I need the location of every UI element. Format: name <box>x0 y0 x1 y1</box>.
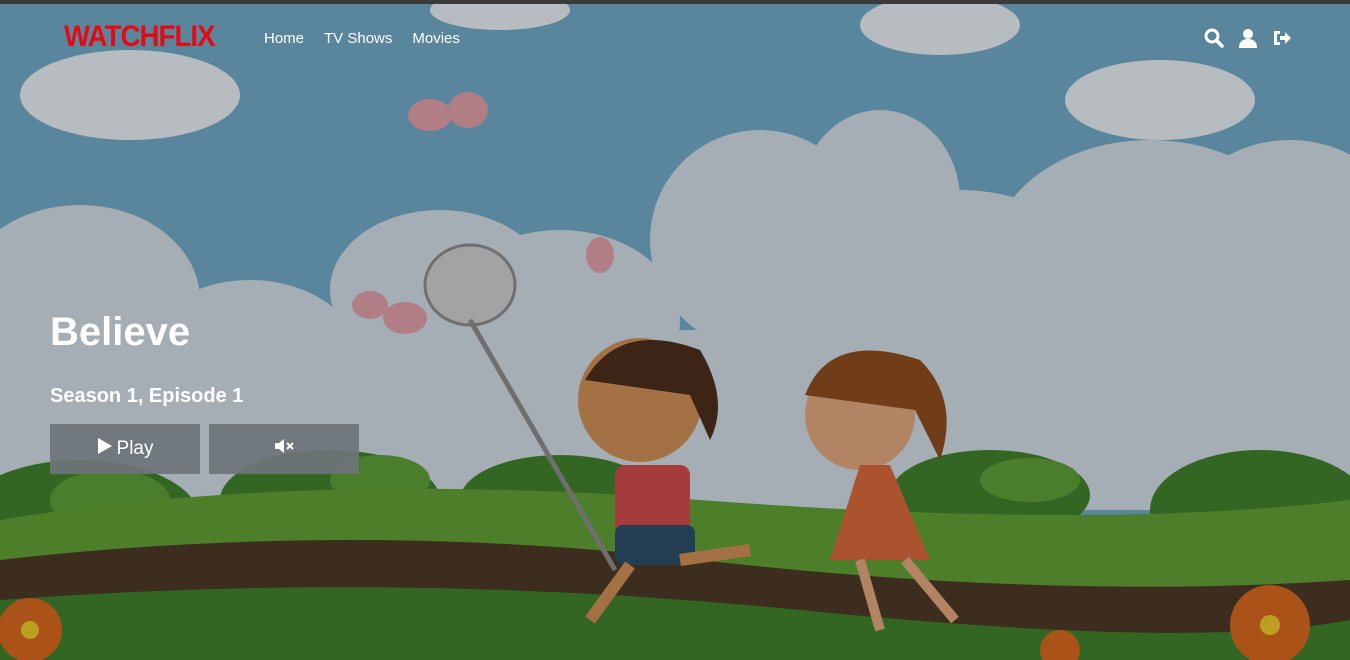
mute-button[interactable] <box>209 424 359 474</box>
nav-links: Home TV Shows Movies <box>264 30 460 47</box>
search-icon[interactable] <box>1204 28 1224 48</box>
show-title: Believe <box>50 310 191 354</box>
hero-overlay <box>0 0 1350 660</box>
play-button[interactable]: Play <box>50 424 200 474</box>
window-top-border <box>0 0 1350 4</box>
nav-link-movies[interactable]: Movies <box>412 30 460 47</box>
episode-subtitle: Season 1, Episode 1 <box>50 385 244 407</box>
hero-background <box>0 0 1350 660</box>
nav-link-tv-shows[interactable]: TV Shows <box>324 30 392 47</box>
nav-icons <box>1204 28 1292 48</box>
brand-logo[interactable]: WATCHFLIX <box>64 20 216 54</box>
nav-link-home[interactable]: Home <box>264 30 304 47</box>
navbar: WATCHFLIX Home TV Shows Movies <box>0 4 1350 72</box>
sign-out-icon[interactable] <box>1272 28 1292 48</box>
play-icon <box>97 437 113 461</box>
volume-mute-icon <box>274 438 294 460</box>
play-label: Play <box>116 438 154 459</box>
user-icon[interactable] <box>1238 28 1258 48</box>
